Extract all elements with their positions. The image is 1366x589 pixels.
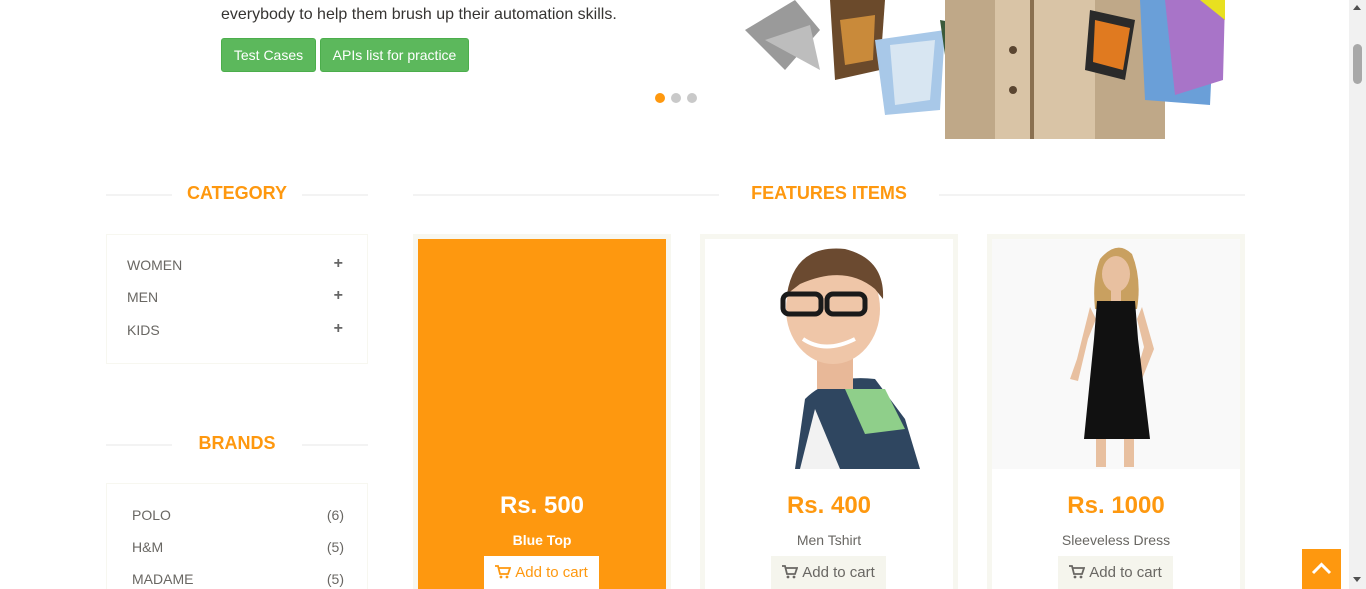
cart-icon xyxy=(495,565,512,579)
add-to-cart-button[interactable]: Add to cart xyxy=(771,556,886,589)
category-panel: WOMEN + MEN + KIDS + xyxy=(106,234,368,364)
scroll-up-button[interactable] xyxy=(1302,549,1341,589)
plus-icon[interactable]: + xyxy=(334,320,343,338)
scrollbar-thumb[interactable] xyxy=(1353,44,1362,84)
add-to-cart-button[interactable]: Add to cart xyxy=(484,556,599,589)
cart-icon xyxy=(782,565,799,579)
category-title: CATEGORY xyxy=(186,183,287,203)
brand-label: POLO xyxy=(132,507,171,523)
features-heading: FEATURES ITEMS xyxy=(413,183,1245,204)
title-divider xyxy=(413,194,719,196)
cart-icon xyxy=(1069,565,1086,579)
add-to-cart-label: Add to cart xyxy=(1089,564,1162,581)
product-price: Rs. 1000 xyxy=(1067,492,1165,519)
product-card: Rs. 500 Blue Top Add to cart xyxy=(413,234,671,589)
test-cases-button[interactable]: Test Cases xyxy=(221,38,316,72)
brand-item-hm[interactable]: H&M (5) xyxy=(132,539,344,555)
category-heading: CATEGORY xyxy=(106,183,368,204)
product-card: Rs. 400 Men Tshirt Add to cart xyxy=(700,234,958,589)
title-divider xyxy=(106,444,172,446)
brand-label: H&M xyxy=(132,539,164,555)
product-price: Rs. 500 xyxy=(499,492,585,519)
apis-list-button[interactable]: APIs list for practice xyxy=(320,38,469,72)
brands-panel: POLO (6) H&M (5) MADAME (5) xyxy=(106,483,368,589)
add-to-cart-button[interactable]: Add to cart xyxy=(1058,556,1173,589)
product-price: Rs. 400 xyxy=(786,492,872,519)
product-image xyxy=(705,239,953,469)
brand-label: MADAME xyxy=(132,571,194,587)
scroll-up-arrow-icon[interactable] xyxy=(1353,5,1361,10)
add-to-cart-label: Add to cart xyxy=(515,564,588,581)
product-image xyxy=(992,239,1240,469)
category-label: MEN xyxy=(127,289,159,305)
carousel-dot-3[interactable] xyxy=(687,93,697,103)
add-to-cart-label: Add to cart xyxy=(802,564,875,581)
chevron-up-icon xyxy=(1311,562,1332,575)
title-divider xyxy=(302,444,368,446)
features-title: FEATURES ITEMS xyxy=(751,183,907,203)
brand-item-polo[interactable]: POLO (6) xyxy=(132,507,344,523)
carousel-dot-1[interactable] xyxy=(655,93,665,103)
brand-item-madame[interactable]: MADAME (5) xyxy=(132,571,344,587)
brand-count: (5) xyxy=(326,571,344,587)
category-item-men[interactable]: MEN + xyxy=(127,287,347,305)
brand-count: (5) xyxy=(326,539,344,555)
title-divider xyxy=(939,194,1245,196)
plus-icon[interactable]: + xyxy=(334,255,343,273)
title-divider xyxy=(302,194,368,196)
brands-title: BRANDS xyxy=(198,433,276,453)
category-item-women[interactable]: WOMEN + xyxy=(127,255,347,273)
hero-shopping-image xyxy=(745,0,1225,139)
brands-heading: BRANDS xyxy=(106,433,368,454)
scroll-down-arrow-icon[interactable] xyxy=(1353,577,1361,582)
category-item-kids[interactable]: KIDS + xyxy=(127,320,347,338)
category-label: KIDS xyxy=(127,322,160,338)
product-name: Blue Top xyxy=(512,532,572,548)
carousel-dot-2[interactable] xyxy=(671,93,681,103)
page-scrollbar[interactable] xyxy=(1349,0,1366,589)
category-label: WOMEN xyxy=(127,257,183,273)
product-name: Men Tshirt xyxy=(796,532,862,548)
brand-count: (6) xyxy=(326,507,344,523)
hero-description: everybody to help them brush up their au… xyxy=(221,6,617,23)
product-image xyxy=(418,239,666,469)
plus-icon[interactable]: + xyxy=(334,287,343,305)
product-card: Rs. 1000 Sleeveless Dress Add to cart xyxy=(987,234,1245,589)
title-divider xyxy=(106,194,172,196)
product-name: Sleeveless Dress xyxy=(1061,532,1171,548)
carousel-indicators xyxy=(655,93,697,103)
